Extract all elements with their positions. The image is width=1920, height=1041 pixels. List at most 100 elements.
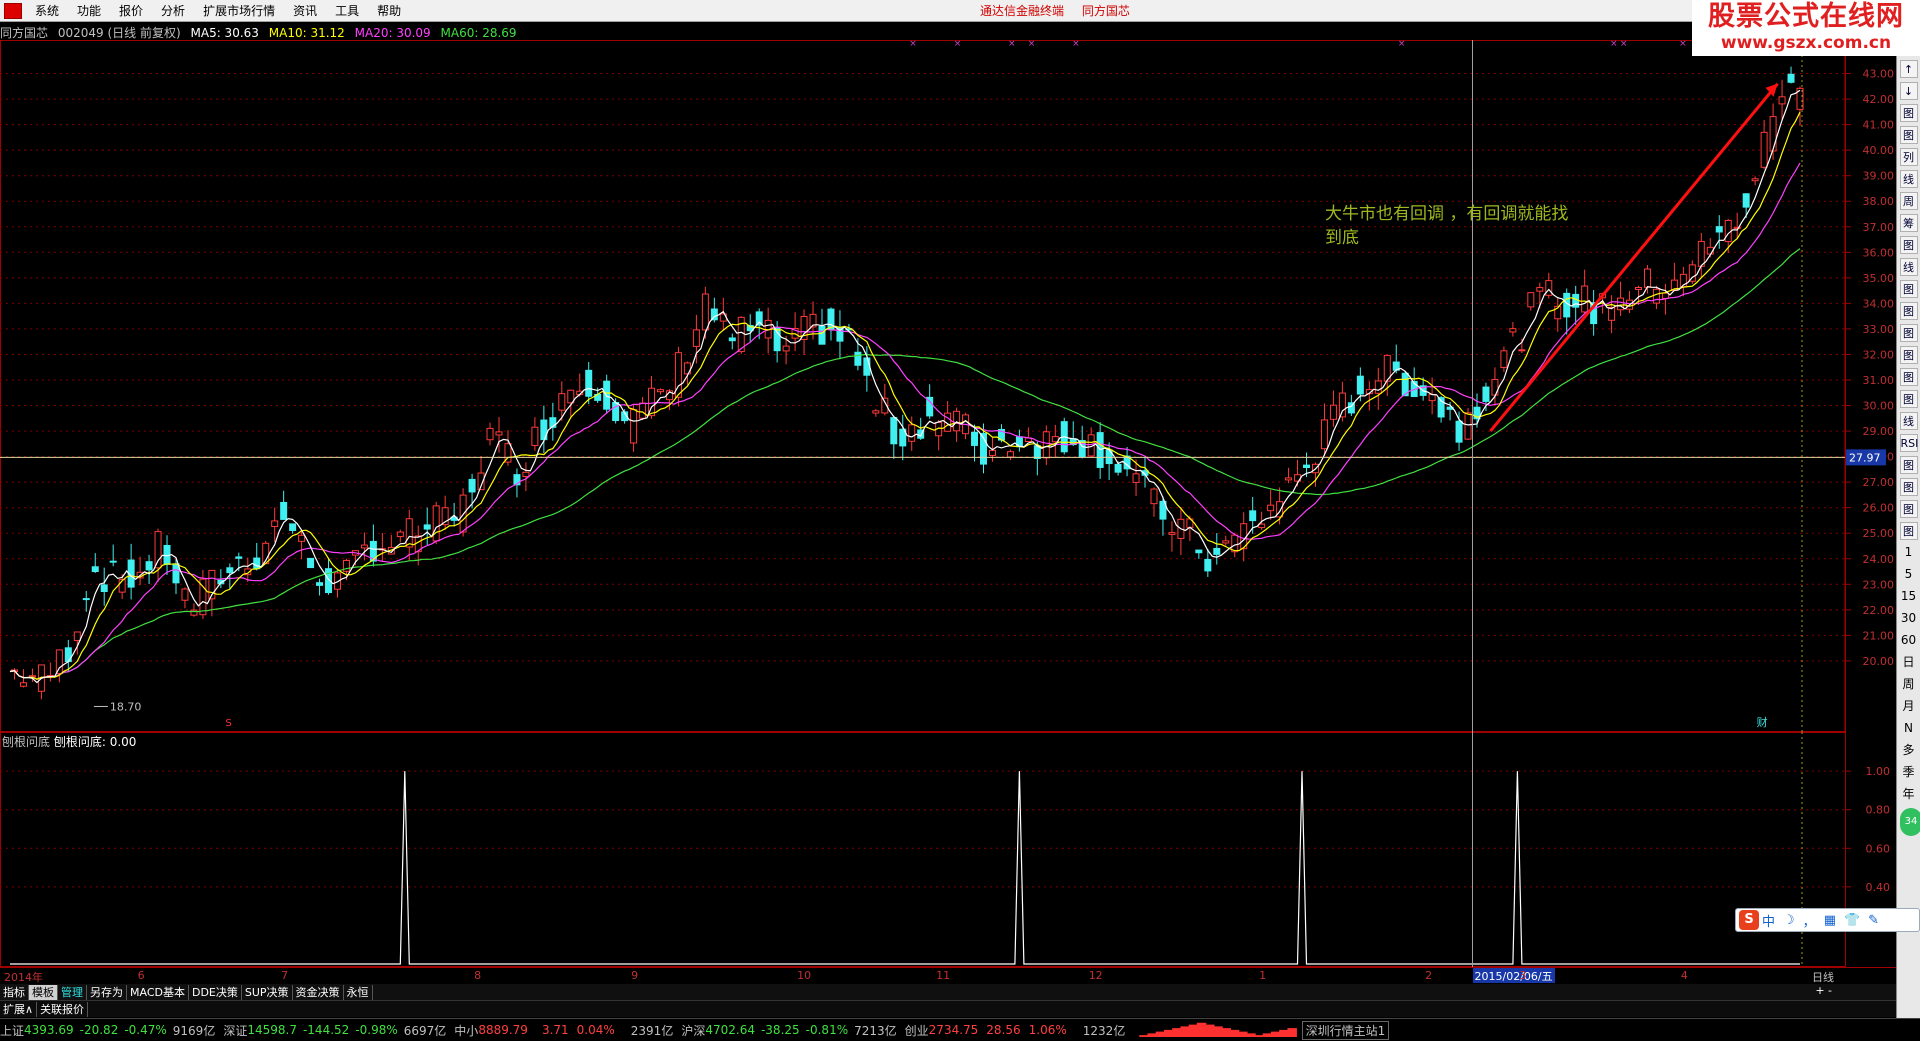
ime-punct-icon[interactable]: ，: [1803, 911, 1816, 930]
candle-body: [1222, 540, 1230, 544]
tab-yongheng[interactable]: 永恒: [344, 984, 373, 1000]
app-logo-icon: [4, 2, 22, 19]
toolbar-button-32[interactable]: 季: [1900, 762, 1918, 782]
toolbar-button-23[interactable]: 5: [1900, 564, 1918, 584]
toolbar-button-9[interactable]: 线: [1899, 258, 1918, 276]
candlestick-chart[interactable]: 43.00 42.00 41.00 40.00 39.00 38.00 37.00 36.00…: [0, 40, 1896, 732]
quote-station[interactable]: 深圳行情主站1: [1301, 1020, 1390, 1040]
ime-logo-icon[interactable]: S: [1739, 910, 1759, 930]
signal-line: [10, 771, 1800, 965]
menu-item-system[interactable]: 系统: [26, 0, 68, 22]
zoom-controls[interactable]: + -: [1815, 984, 1832, 997]
menu-item-function[interactable]: 功能: [68, 0, 110, 22]
toolbar-button-33[interactable]: 年: [1900, 784, 1918, 804]
menu-item-ext-market[interactable]: 扩展市场行情: [194, 0, 284, 22]
candle-body: [360, 544, 368, 549]
menu-item-tools[interactable]: 工具: [326, 0, 368, 22]
toolbar-button-4[interactable]: 列: [1899, 148, 1918, 166]
tab-related-quote[interactable]: 关联报价: [37, 1001, 89, 1017]
toolbar-button-29[interactable]: 月: [1900, 696, 1918, 716]
candle-body: [432, 505, 440, 542]
event-marker-icon: ×: [1620, 40, 1628, 49]
ma60-line: [9, 248, 1801, 680]
tab-template[interactable]: 模板: [29, 984, 58, 1000]
stock-name: 同方国芯: [0, 26, 49, 40]
toolbar-button-28[interactable]: 周: [1900, 674, 1918, 694]
hs-volume: 7213亿: [854, 1023, 897, 1038]
sh-label[interactable]: 上证: [0, 1022, 24, 1039]
toolbar-button-8[interactable]: 图: [1899, 236, 1918, 254]
menu-bar: 系统 功能 报价 分析 扩展市场行情 资讯 工具 帮助 通达信金融终端 同方国芯: [0, 0, 1920, 22]
toolbar-button-10[interactable]: 图: [1899, 280, 1918, 298]
toolbar-button-1[interactable]: ↓: [1899, 82, 1918, 100]
candle-body: [1527, 292, 1535, 308]
toolbar-button-11[interactable]: 图: [1899, 302, 1918, 320]
toolbar-button-30[interactable]: N: [1900, 718, 1918, 738]
candle-body: [1608, 306, 1616, 321]
toolbar-button-26[interactable]: 60: [1900, 630, 1918, 650]
candle-body: [1787, 73, 1795, 83]
watermark-brand: 股票公式在线网 www.gszx.com.cn: [1692, 0, 1920, 56]
date-axis: 日线 2014年 6 7 8 9 10 11 12 1 2 2015/02/06/五 3 4: [0, 967, 1896, 984]
toolbar-button-3[interactable]: 图: [1899, 126, 1918, 144]
indicator-tabs: 指标 模板 管理 另存为 MACD基本 DDE决策 SUP决策 资金决策 永恒 …: [0, 984, 1896, 1000]
sz-label[interactable]: 深证: [223, 1022, 247, 1039]
tab-sup[interactable]: SUP决策: [242, 984, 293, 1000]
tab-fund[interactable]: 资金决策: [293, 984, 344, 1000]
ime-moon-icon[interactable]: ☽: [1783, 913, 1795, 928]
period-indicator[interactable]: 日线: [1812, 969, 1834, 985]
toolbar-button-14[interactable]: 图: [1899, 368, 1918, 386]
stock-code: 002049: [57, 26, 104, 40]
candle-body: [1715, 226, 1723, 233]
hs-label[interactable]: 沪深: [681, 1022, 705, 1039]
candle-body: [396, 531, 404, 538]
toolbar-button-16[interactable]: 线: [1899, 412, 1918, 430]
ime-lang-toggle[interactable]: 中: [1762, 911, 1775, 930]
toolbar-button-7[interactable]: 筹: [1899, 214, 1918, 232]
toolbar-button-27[interactable]: 日: [1900, 652, 1918, 672]
toolbar-button-5[interactable]: 线: [1899, 170, 1918, 188]
indicator-y-label: 1.00: [1866, 765, 1891, 778]
ime-skin-icon[interactable]: 👕: [1844, 913, 1860, 928]
toolbar-button-15[interactable]: 图: [1899, 390, 1918, 408]
toolbar-button-12[interactable]: 图: [1899, 324, 1918, 342]
candle-body: [1455, 420, 1463, 443]
tab-macd[interactable]: MACD基本: [127, 984, 189, 1000]
tab-manage[interactable]: 管理: [58, 984, 87, 1000]
toolbar-button-21[interactable]: 图: [1899, 522, 1918, 540]
cy-label[interactable]: 创业: [905, 1022, 929, 1039]
menu-item-analysis[interactable]: 分析: [152, 0, 194, 22]
y-tick-label: 39.00: [1863, 170, 1895, 183]
y-tick-label: 22.00: [1863, 604, 1895, 617]
toolbar-button-18[interactable]: 图: [1899, 456, 1918, 474]
ime-keyboard-icon[interactable]: ▦: [1824, 913, 1836, 928]
toolbar-button-13[interactable]: 图: [1899, 346, 1918, 364]
indicator-y-label: 0.80: [1866, 804, 1891, 817]
indicator-chart[interactable]: 1.00 0.80 0.60 0.40: [0, 732, 1896, 967]
menu-item-help[interactable]: 帮助: [368, 0, 410, 22]
toolbar-button-6[interactable]: 周: [1899, 192, 1918, 210]
tab-save-as[interactable]: 另存为: [87, 984, 127, 1000]
ime-tools-icon[interactable]: ✎: [1868, 913, 1879, 928]
menu-item-quote[interactable]: 报价: [110, 0, 152, 22]
toolbar-button-22[interactable]: 1: [1900, 542, 1918, 562]
toolbar-button-2[interactable]: 图: [1899, 104, 1918, 122]
floating-badge[interactable]: 34: [1900, 808, 1920, 836]
toolbar-button-31[interactable]: 多: [1900, 740, 1918, 760]
event-marker-icon: ×: [1398, 40, 1406, 49]
toolbar-button-19[interactable]: 图: [1899, 478, 1918, 496]
toolbar-button-0[interactable]: ↑: [1899, 60, 1918, 78]
tab-dde[interactable]: DDE决策: [189, 984, 242, 1000]
tab-indicator[interactable]: 指标: [0, 984, 29, 1000]
tab-expand[interactable]: 扩展∧: [0, 1001, 38, 1017]
menu-item-news[interactable]: 资讯: [284, 0, 326, 22]
candle-body: [1724, 219, 1732, 243]
toolbar-button-17[interactable]: RSI: [1899, 434, 1918, 452]
toolbar-button-25[interactable]: 30: [1900, 608, 1918, 628]
y-tick-label: 33.00: [1863, 323, 1895, 336]
zx-label[interactable]: 中小: [454, 1022, 478, 1039]
candle-body: [19, 682, 27, 687]
toolbar-button-20[interactable]: 图: [1899, 500, 1918, 518]
ime-toolbar: S 中 ☽ ， ▦ 👕 ✎: [1735, 908, 1920, 932]
toolbar-button-24[interactable]: 15: [1900, 586, 1918, 606]
